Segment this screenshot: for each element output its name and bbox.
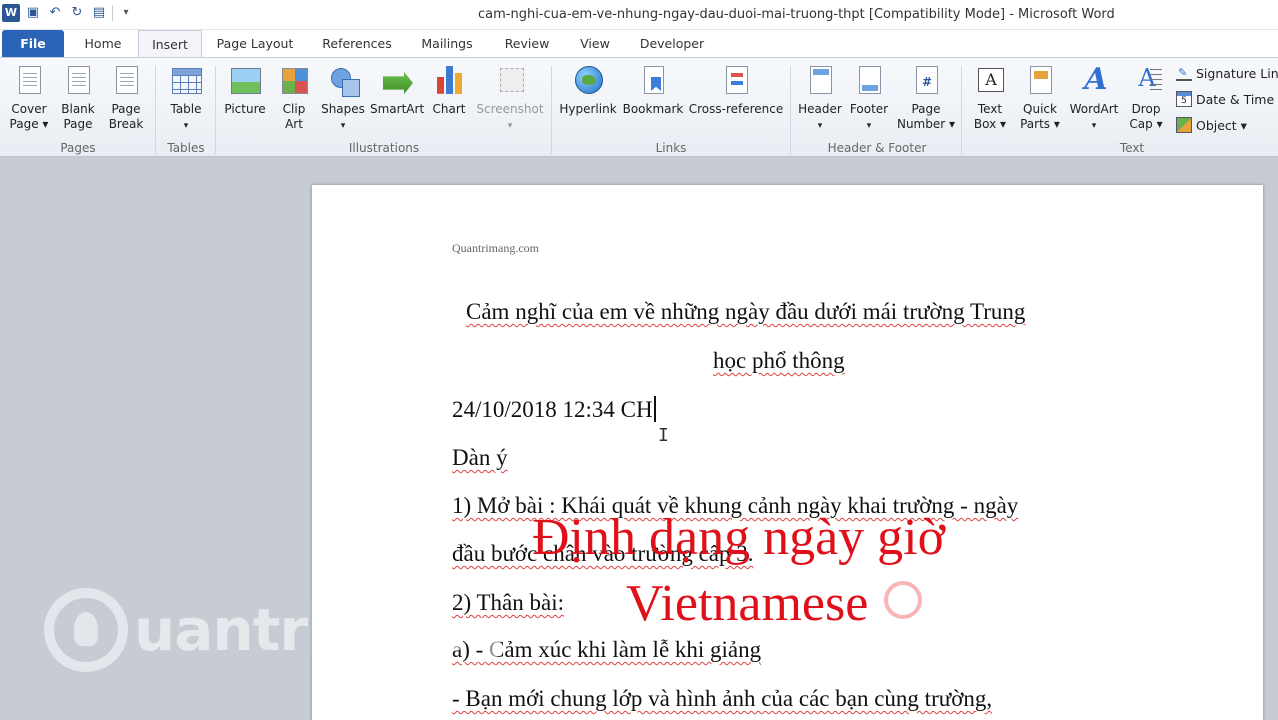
calendar-icon: 5	[1176, 91, 1192, 107]
bookmark-button[interactable]: Bookmark	[622, 64, 684, 117]
quick-parts-button[interactable]: Quick Parts ▾	[1016, 64, 1064, 132]
customize-icon[interactable]: ▤	[90, 4, 108, 22]
header-icon	[804, 64, 836, 98]
globe-icon	[572, 64, 604, 98]
text-box-button[interactable]: A Text Box ▾	[968, 64, 1012, 132]
blank-page-icon	[62, 64, 94, 98]
drop-cap-button[interactable]: A Drop Cap ▾	[1124, 64, 1168, 132]
group-separator	[155, 66, 156, 154]
group-separator	[961, 66, 962, 154]
text-cursor	[653, 396, 656, 422]
undo-icon[interactable]: ↶	[46, 4, 64, 22]
group-label-text: Text	[1119, 141, 1145, 155]
tab-insert[interactable]: Insert	[138, 30, 202, 58]
quick-access-toolbar: W ▣ ↶ ↻ ▤ ▾	[2, 4, 135, 22]
group-label-header-footer: Header & Footer	[827, 141, 927, 155]
page-number-icon: #	[910, 64, 942, 98]
title-bar: W ▣ ↶ ↻ ▤ ▾ cam-nghi-cua-em-ve-nhung-nga…	[0, 0, 1278, 30]
watermark-text: uantrimang	[134, 596, 505, 664]
group-separator	[790, 66, 791, 154]
table-button[interactable]: Table ▾	[164, 64, 208, 134]
group-label-illustrations: Illustrations	[348, 141, 420, 155]
smartart-icon	[381, 64, 413, 98]
footer-icon	[853, 64, 885, 98]
chart-button[interactable]: Chart	[428, 64, 470, 117]
overlay-caption-line-2: Vietnamese	[626, 575, 869, 632]
doc-title-line-2: học phổ thông	[713, 348, 845, 373]
group-label-tables: Tables	[167, 141, 205, 155]
screenshot-button[interactable]: Screenshot ▾	[474, 64, 546, 134]
qat-dropdown-icon[interactable]: ▾	[117, 4, 135, 22]
window-title: cam-nghi-cua-em-ve-nhung-ngay-dau-duoi-m…	[478, 7, 1115, 22]
cover-page-icon	[13, 64, 45, 98]
shapes-button[interactable]: Shapes ▾	[320, 64, 366, 134]
tab-developer[interactable]: Developer	[632, 30, 712, 58]
mouse-ibeam-icon: I	[658, 425, 669, 446]
save-icon[interactable]: ▣	[24, 4, 42, 22]
page-break-button[interactable]: Page Break	[104, 64, 148, 132]
group-separator	[551, 66, 552, 154]
table-icon	[170, 64, 202, 98]
word-logo-icon[interactable]: W	[2, 4, 20, 22]
outline-label: Dàn ý	[452, 445, 508, 470]
wordart-button[interactable]: A WordArt ▾	[1066, 64, 1122, 134]
ribbon: Cover Page ▾ Blank Page Page Break Pages…	[0, 57, 1278, 157]
page-break-icon	[110, 64, 142, 98]
group-separator	[215, 66, 216, 154]
group-label-pages: Pages	[60, 141, 96, 155]
header-button[interactable]: Header ▾	[796, 64, 844, 134]
outline-item-2a-detail: - Bạn mới chung lớp và hình ảnh của các …	[452, 686, 993, 711]
picture-button[interactable]: Picture	[222, 64, 268, 117]
clip-art-icon	[278, 64, 310, 98]
tab-review[interactable]: Review	[496, 30, 558, 58]
page-number-button[interactable]: # Page Number ▾	[894, 64, 958, 132]
date-time-value: 24/10/2018 12:34 CH	[452, 397, 653, 422]
doc-title-line-1: Cảm nghĩ của em về những ngày đầu dưới m…	[466, 299, 1026, 324]
tab-references[interactable]: References	[314, 30, 400, 58]
chart-icon	[433, 64, 465, 98]
ribbon-tabs: File Home Insert Page Layout References …	[0, 30, 1278, 58]
drop-cap-icon: A	[1130, 64, 1162, 98]
cross-reference-button[interactable]: Cross-reference	[688, 64, 784, 117]
tab-home[interactable]: Home	[72, 30, 134, 58]
page-header-text: Quantrimang.com	[452, 241, 539, 255]
footer-button[interactable]: Footer ▾	[846, 64, 892, 134]
signature-line-button[interactable]: ✎ Signature Line	[1176, 65, 1278, 81]
watermark: uantrimang	[44, 588, 505, 672]
qat-separator	[112, 5, 113, 21]
cover-page-button[interactable]: Cover Page ▾	[6, 64, 52, 132]
screenshot-icon	[494, 64, 526, 98]
hyperlink-button[interactable]: Hyperlink	[557, 64, 619, 117]
cross-reference-icon	[720, 64, 752, 98]
click-highlight-ring	[884, 581, 922, 619]
tab-page-layout[interactable]: Page Layout	[210, 30, 300, 58]
redo-icon[interactable]: ↻	[68, 4, 86, 22]
bookmark-icon	[637, 64, 669, 98]
object-button[interactable]: Object ▾	[1176, 117, 1247, 133]
signature-line-icon: ✎	[1176, 65, 1192, 81]
picture-icon	[229, 64, 261, 98]
object-icon	[1176, 117, 1192, 133]
group-label-links: Links	[655, 141, 687, 155]
tab-view[interactable]: View	[570, 30, 620, 58]
tab-mailings[interactable]: Mailings	[412, 30, 482, 58]
tab-file[interactable]: File	[2, 30, 64, 58]
wordart-icon: A	[1084, 62, 1108, 97]
text-box-icon: A	[974, 64, 1006, 98]
blank-page-button[interactable]: Blank Page	[56, 64, 100, 132]
watermark-bulb-icon	[44, 588, 128, 672]
shapes-icon	[327, 64, 360, 98]
quick-parts-icon	[1024, 64, 1056, 98]
clip-art-button[interactable]: Clip Art	[274, 64, 314, 132]
overlay-caption-line-1: Định dạng ngày giờ	[532, 509, 946, 566]
date-time-button[interactable]: 5 Date & Time	[1176, 91, 1274, 107]
smartart-button[interactable]: SmartArt	[370, 64, 424, 117]
date-time-line: 24/10/2018 12:34 CH	[452, 396, 656, 423]
